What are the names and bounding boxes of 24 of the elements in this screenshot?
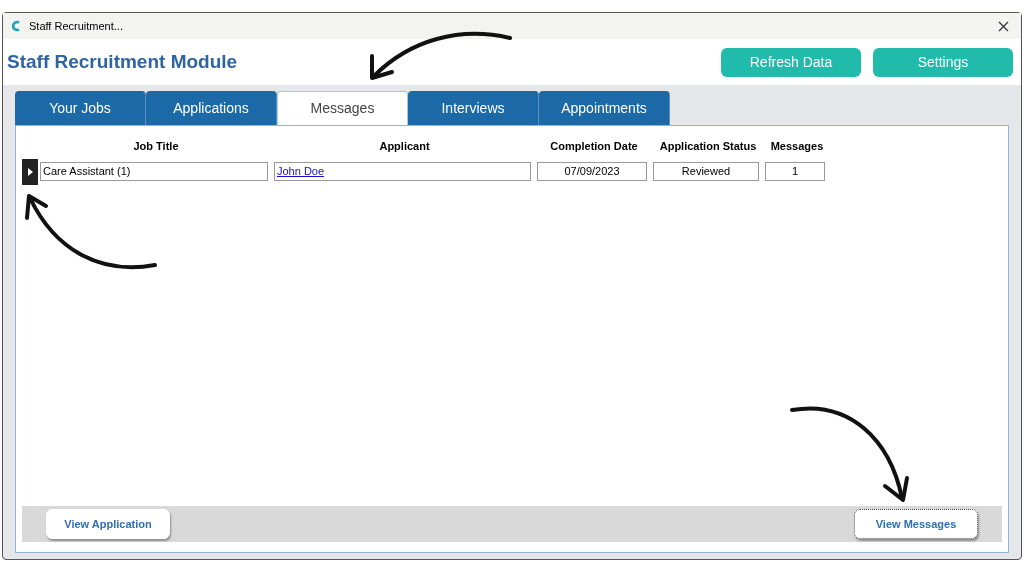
- row-selector[interactable]: [22, 158, 38, 185]
- table-cell: 1: [765, 162, 825, 181]
- tab[interactable]: Applications: [146, 91, 277, 125]
- module-title: Staff Recruitment Module: [7, 49, 238, 74]
- table-cell: Care Assistant (1): [40, 162, 268, 181]
- tab[interactable]: Your Jobs: [15, 91, 146, 125]
- close-icon[interactable]: [998, 20, 1009, 32]
- column-header: Messages: [769, 139, 825, 154]
- column-header: Completion Date: [549, 139, 639, 154]
- footer-button[interactable]: View Messages: [854, 509, 978, 539]
- column-header: Job Title: [132, 139, 180, 154]
- table-cell[interactable]: John Doe: [274, 162, 531, 181]
- tab[interactable]: Messages: [277, 91, 408, 125]
- table-cell: Reviewed: [653, 162, 759, 181]
- table-cell: 07/09/2023: [537, 162, 647, 181]
- applicant-link[interactable]: John Doe: [277, 165, 325, 177]
- window-title: Staff Recruitment...: [29, 18, 123, 34]
- tab[interactable]: Appointments: [539, 91, 670, 125]
- column-header: Applicant: [378, 139, 431, 154]
- tab[interactable]: Interviews: [408, 91, 539, 125]
- app-logo-icon: [11, 20, 21, 32]
- footer-button[interactable]: View Application: [46, 509, 170, 539]
- current-row-icon: [27, 167, 33, 176]
- column-header: Application Status: [658, 139, 758, 154]
